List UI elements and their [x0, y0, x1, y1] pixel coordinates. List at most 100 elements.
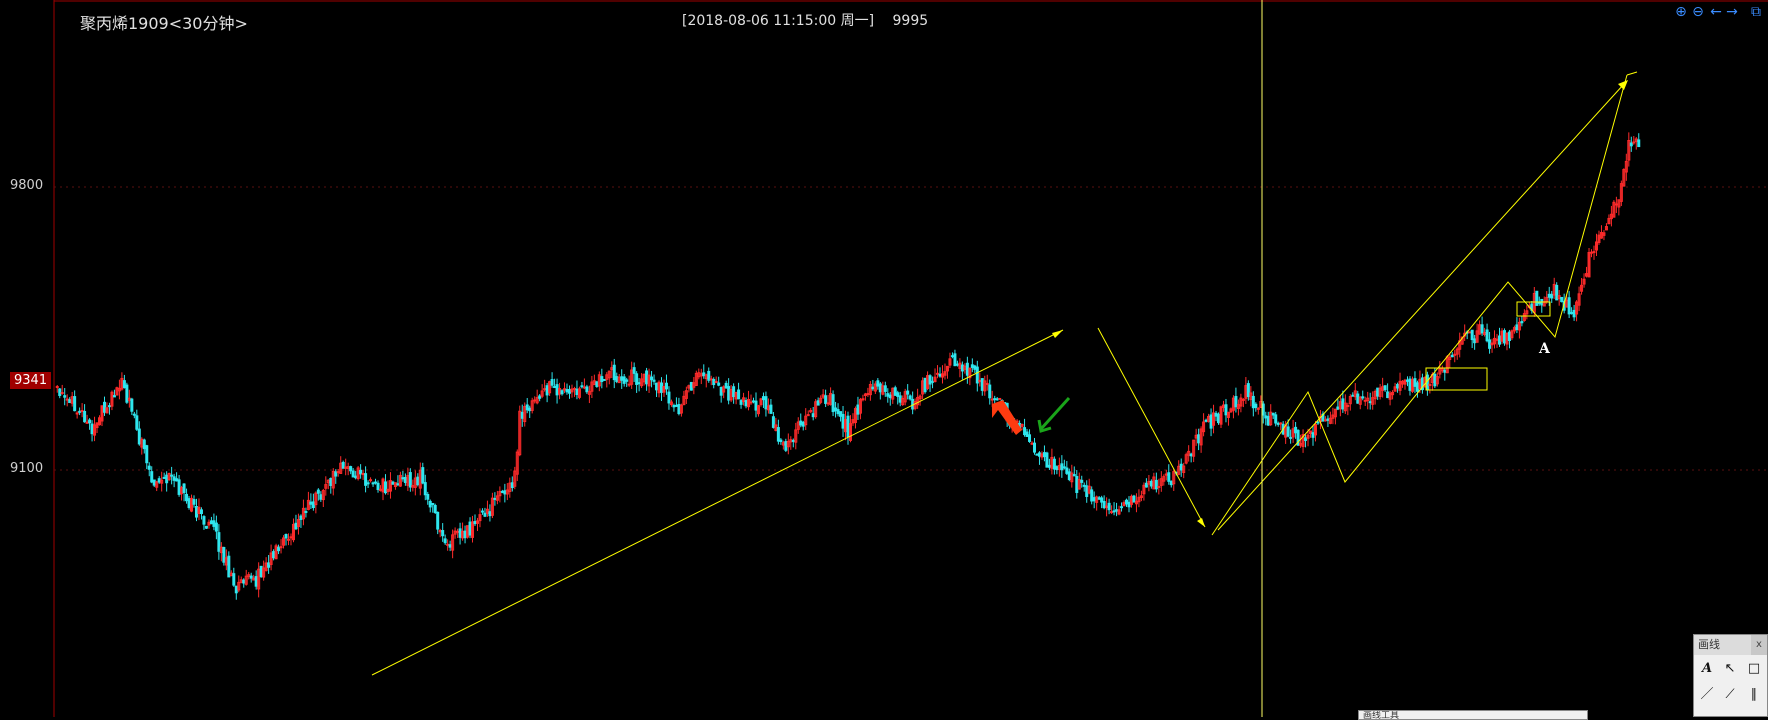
candle-body — [707, 370, 711, 381]
candle-body — [142, 439, 146, 450]
candle-body — [80, 410, 84, 413]
candle-body — [545, 385, 549, 396]
candle-body — [1037, 452, 1041, 457]
candle-body — [876, 380, 880, 387]
candle-body — [1336, 406, 1340, 410]
candle-body — [170, 474, 174, 477]
candle-body — [1254, 403, 1258, 409]
zoom-out-icon[interactable]: ⊖ — [1690, 4, 1706, 20]
drawing-tools-bar[interactable]: 画线工具 — [1358, 710, 1588, 720]
close-icon[interactable]: x — [1751, 635, 1767, 655]
candle-body — [500, 490, 504, 493]
candle-body — [993, 398, 997, 401]
candle-body — [436, 511, 440, 530]
candle-body — [635, 373, 639, 385]
y-axis-label: 9100 — [10, 461, 44, 476]
candle-body — [1154, 479, 1158, 490]
candle-body — [277, 546, 281, 552]
rectangle-tool-icon[interactable]: □ — [1744, 659, 1764, 679]
candle-body — [1120, 506, 1124, 509]
candle-body — [769, 404, 773, 414]
candle-body — [998, 397, 1002, 400]
candle-body — [625, 379, 629, 382]
zoom-in-icon[interactable]: ⊕ — [1673, 4, 1689, 20]
candle-body — [732, 386, 736, 398]
candle-body — [580, 385, 584, 388]
parallel-line-tool-icon[interactable]: ∥ — [1744, 685, 1764, 705]
line-tool-icon[interactable]: ／ — [1697, 685, 1717, 705]
candle-body — [637, 382, 641, 385]
candle-body — [336, 471, 340, 474]
text-tool-icon[interactable]: A — [1697, 659, 1717, 679]
kline-chart[interactable] — [0, 0, 1768, 717]
candle-body — [426, 494, 430, 500]
candle-body — [1547, 293, 1551, 298]
annotation-label: A — [1539, 341, 1550, 357]
candle-body — [749, 401, 753, 404]
candle-body — [950, 355, 954, 358]
candle-body — [391, 481, 395, 485]
candle-body — [893, 387, 897, 396]
candle-body — [1082, 484, 1086, 487]
candle-body — [311, 501, 315, 509]
candle-body — [227, 555, 231, 578]
candle-body — [112, 395, 116, 398]
candle-body — [709, 378, 713, 381]
candle-body — [1560, 296, 1564, 303]
candle-body — [431, 502, 435, 505]
candle-body — [839, 411, 843, 417]
candle-body — [985, 382, 989, 385]
candle-body — [364, 473, 368, 486]
scroll-left-icon[interactable]: ← — [1708, 4, 1724, 20]
candle-body — [90, 423, 94, 435]
candle-body — [371, 482, 375, 485]
candle-body — [677, 404, 681, 415]
ray-tool-icon[interactable]: ⟋ — [1720, 685, 1740, 705]
pointer-tool-icon[interactable]: ↖ — [1720, 659, 1740, 679]
candle-body — [655, 382, 659, 391]
candle-body — [1035, 453, 1039, 456]
candle-body — [1110, 511, 1114, 514]
candle-body — [1341, 398, 1345, 410]
candle-body — [1085, 485, 1089, 497]
candle-body — [483, 512, 487, 517]
candle-body — [1197, 434, 1201, 444]
candle-body — [192, 499, 196, 505]
candle-body — [1356, 393, 1360, 404]
candle-body — [1550, 293, 1554, 299]
candle-body — [1047, 464, 1051, 468]
candle-body — [145, 445, 149, 464]
candle-body — [627, 383, 631, 386]
candle-body — [359, 469, 363, 475]
candle-body — [60, 392, 64, 395]
candle-body — [1614, 203, 1618, 206]
y-axis-label: 9800 — [10, 178, 44, 193]
candle-body — [702, 372, 706, 377]
candle-body — [68, 399, 72, 404]
candle-body — [1032, 442, 1036, 453]
candle-body — [1453, 353, 1457, 356]
candle-body — [620, 376, 624, 381]
candle-body — [1030, 442, 1034, 445]
candle-body — [764, 396, 768, 410]
candle-body — [493, 497, 497, 500]
candle-body — [1316, 421, 1320, 424]
candle-body — [1276, 422, 1280, 425]
candle-body — [217, 532, 221, 552]
restore-window-icon[interactable]: ⧉ — [1748, 4, 1764, 20]
candle-body — [1179, 463, 1183, 471]
candle-body — [520, 411, 524, 419]
candle-body — [553, 386, 557, 389]
candle-body — [1507, 331, 1511, 342]
scroll-right-icon[interactable]: → — [1724, 4, 1740, 20]
candle-body — [175, 478, 179, 482]
candle-body — [1264, 415, 1268, 419]
candle-body — [861, 398, 865, 401]
candle-body — [799, 420, 803, 426]
candle-body — [1274, 414, 1278, 424]
candle-body — [791, 439, 795, 442]
candle-body — [259, 565, 263, 578]
candle-body — [1468, 331, 1472, 334]
candle-body — [744, 400, 748, 407]
candle-body — [1209, 414, 1213, 429]
